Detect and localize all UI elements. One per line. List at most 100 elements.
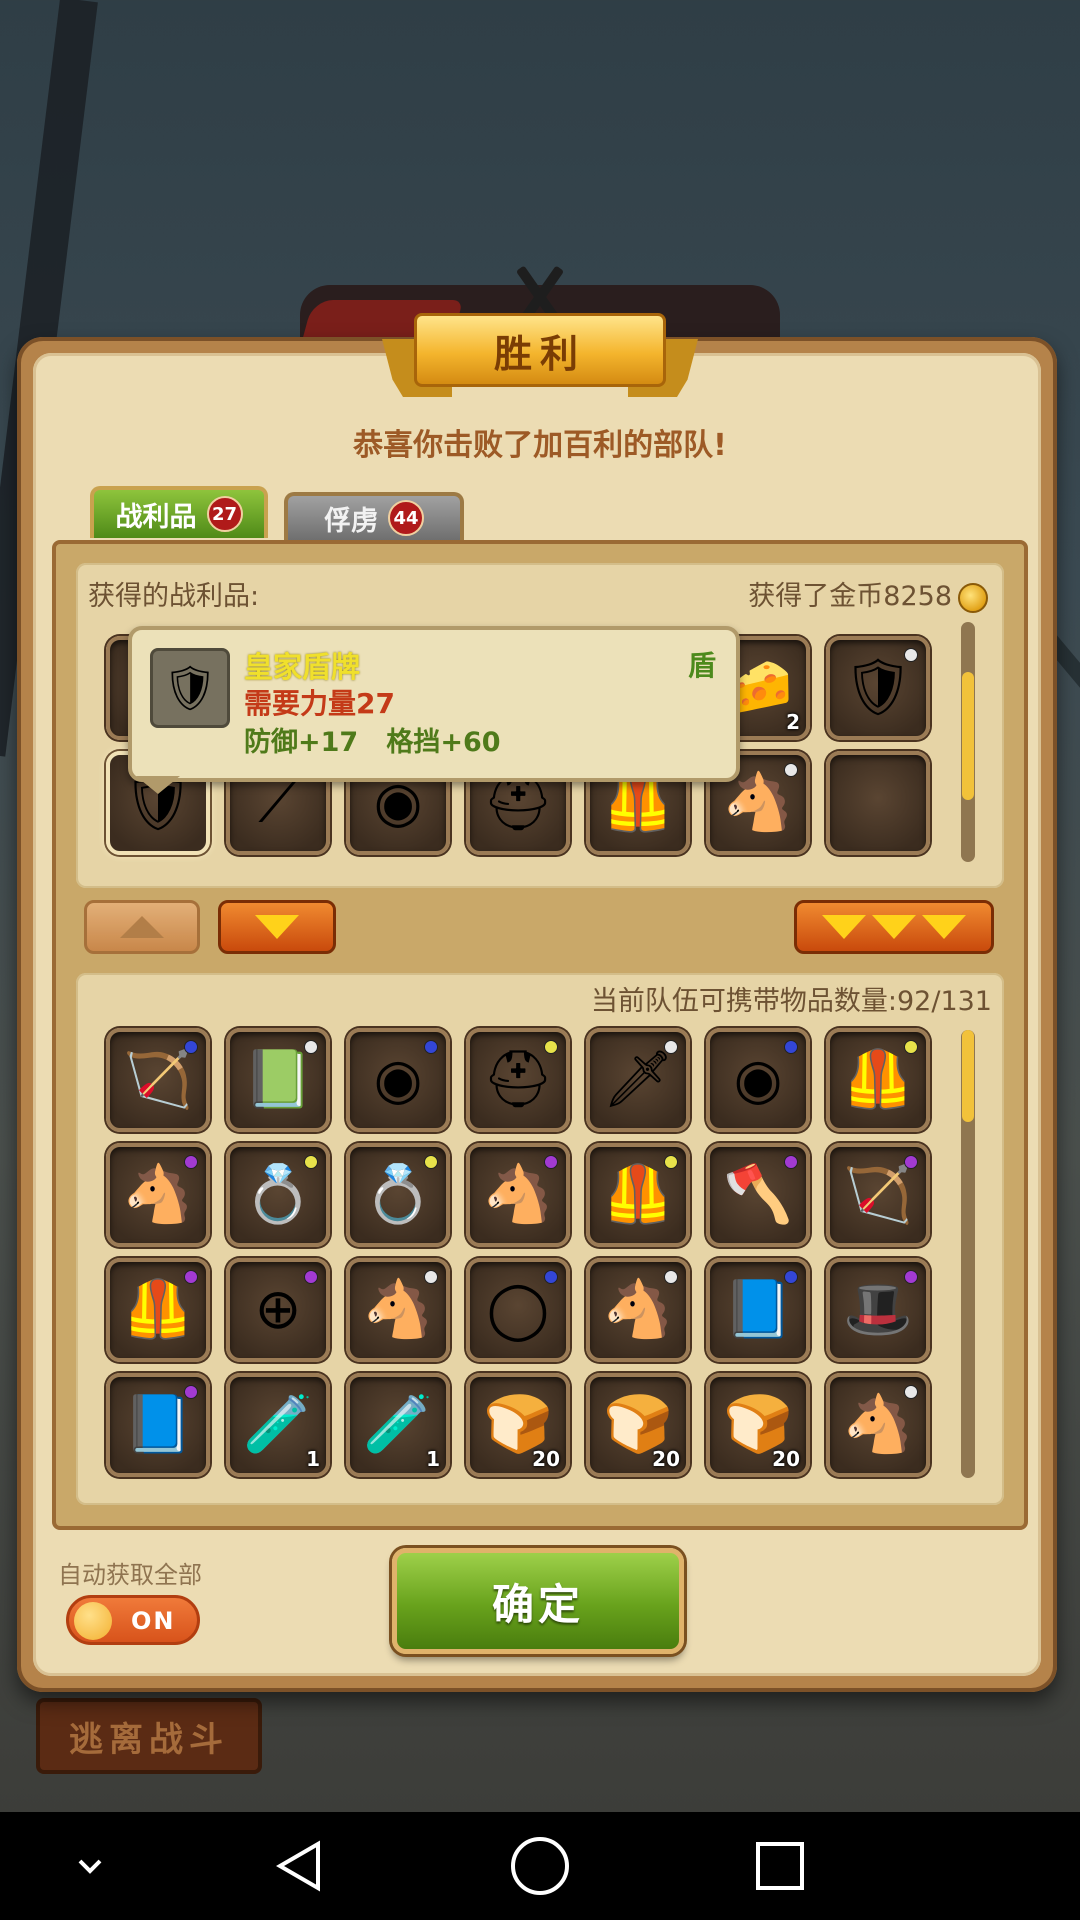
armor-icon: 🦺	[123, 1277, 193, 1342]
bow-icon: 🏹	[123, 1047, 193, 1112]
royal-shield-icon: 🛡	[150, 648, 230, 728]
inventory-slot[interactable]: ◯	[466, 1258, 570, 1362]
inventory-slot[interactable]: ◉	[346, 1028, 450, 1132]
inventory-slot[interactable]: 🦺	[826, 1028, 930, 1132]
quality-dot	[664, 1270, 678, 1284]
quality-dot	[184, 1040, 198, 1054]
inventory-slot[interactable]: 🐴	[586, 1258, 690, 1362]
quality-dot	[904, 1385, 918, 1399]
horse-icon: 🐴	[483, 1162, 553, 1227]
bread-icon: 🍞	[723, 1392, 793, 1457]
inventory-slot[interactable]: 🎩	[826, 1258, 930, 1362]
toggle-knob	[74, 1602, 112, 1640]
inventory-slot[interactable]: 🦺	[106, 1258, 210, 1362]
inventory-slot[interactable]: 🍞 20	[706, 1373, 810, 1477]
auto-collect-toggle[interactable]: ON	[66, 1595, 200, 1645]
quality-dot	[784, 1155, 798, 1169]
inventory-slot[interactable]: 📘	[106, 1373, 210, 1477]
inventory-slot[interactable]: 🐴	[826, 1373, 930, 1477]
inventory-slot[interactable]: 📗	[226, 1028, 330, 1132]
tab-captives[interactable]: 俘虏 44	[284, 492, 464, 540]
nav-back-button[interactable]	[230, 1812, 370, 1920]
axe-icon: 🪓	[723, 1162, 793, 1227]
loot-scrollbar-thumb[interactable]	[962, 672, 974, 800]
round-shield-icon: ◉	[733, 1047, 783, 1112]
recents-icon	[756, 1842, 804, 1890]
item-tooltip: 🛡 皇家盾牌 盾 需要力量27 防御+17 格挡+60	[128, 626, 740, 794]
arrow-down-icon	[922, 915, 966, 939]
horse-icon: 🐴	[123, 1162, 193, 1227]
cross-shield-icon: ⊕	[254, 1277, 302, 1342]
inventory-slot[interactable]: 🏹	[106, 1028, 210, 1132]
tooltip-stats: 防御+17 格挡+60	[244, 727, 501, 758]
loot-slot[interactable]	[826, 751, 930, 855]
helmet-icon: ⛑	[482, 1047, 554, 1112]
bread-icon: 🍞	[483, 1392, 553, 1457]
quality-dot	[664, 1155, 678, 1169]
quality-dot	[424, 1040, 438, 1054]
quality-dot	[184, 1385, 198, 1399]
hood-icon: ⛑	[482, 770, 554, 835]
inventory-slot[interactable]: 📘	[706, 1258, 810, 1362]
arrow-down-icon	[822, 915, 866, 939]
tab-loot[interactable]: 战利品 27	[90, 486, 268, 538]
tab-loot-label: 战利品	[115, 501, 197, 533]
scroll-to-end-button[interactable]	[794, 900, 994, 954]
page-up-button[interactable]	[84, 900, 200, 954]
item-quantity: 20	[532, 1447, 560, 1471]
inventory-slot[interactable]: 🐴	[346, 1258, 450, 1362]
inventory-slot[interactable]: 💍	[346, 1143, 450, 1247]
quality-dot	[544, 1270, 558, 1284]
horse-icon: 🐴	[723, 770, 793, 835]
nav-hide-button[interactable]	[20, 1812, 160, 1920]
quality-dot	[904, 648, 918, 662]
loot-heading: 获得的战利品:	[88, 581, 260, 612]
inventory-slot[interactable]: 🐴	[466, 1143, 570, 1247]
tab-loot-count-badge: 27	[206, 496, 243, 532]
inventory-slot[interactable]: ⛑	[466, 1028, 570, 1132]
confirm-button[interactable]: 确定	[392, 1548, 684, 1654]
inventory-slot[interactable]: 💍	[226, 1143, 330, 1247]
flee-battle-button[interactable]: 逃离战斗	[36, 1698, 262, 1774]
tooltip-item-name: 皇家盾牌	[244, 650, 361, 684]
page-down-button[interactable]	[218, 900, 336, 954]
quality-dot	[424, 1155, 438, 1169]
inventory-scrollbar[interactable]	[961, 1030, 975, 1478]
loot-scrollbar[interactable]	[961, 622, 975, 862]
inventory-slot[interactable]: 🦺	[586, 1143, 690, 1247]
bow-icon: 🏹	[843, 1162, 913, 1227]
quality-dot	[904, 1270, 918, 1284]
inventory-slot[interactable]: 🍞 20	[586, 1373, 690, 1477]
spear-icon: ⟋	[258, 770, 298, 835]
horse-icon: 🐴	[363, 1277, 433, 1342]
inventory-slot[interactable]: 🍞 20	[466, 1373, 570, 1477]
inventory-grid: 🏹 📗 ◉ ⛑ 🗡 ◉ 🦺 🐴 💍 💍 🐴 🦺 🪓 🏹 🦺 ⊕ 🐴 ◯ 🐴 📘 🎩 📘 🧪 1 🧪 1 🍞 20 🍞 20 🍞 20 🐴	[98, 1022, 938, 1486]
title-ribbon: 胜利	[382, 313, 698, 399]
inventory-slot[interactable]: 🧪 1	[346, 1373, 450, 1477]
round-shield-icon: ◉	[373, 1047, 423, 1112]
inventory-slot[interactable]: 🏹	[826, 1143, 930, 1247]
quality-dot	[664, 1040, 678, 1054]
inventory-slot[interactable]: 🧪 1	[226, 1373, 330, 1477]
quality-dot	[544, 1155, 558, 1169]
quality-dot	[424, 1270, 438, 1284]
hat-armor-icon: 🎩	[843, 1277, 913, 1342]
auto-collect-label: 自动获取全部	[58, 1561, 202, 1589]
inventory-slot[interactable]: 🐴	[106, 1143, 210, 1247]
loot-slot[interactable]: 🛡	[826, 636, 930, 740]
tab-captives-count-badge: 44	[388, 500, 424, 536]
inventory-slot[interactable]: ⊕	[226, 1258, 330, 1362]
item-quantity: 20	[772, 1447, 800, 1471]
quality-dot	[184, 1270, 198, 1284]
quality-dot	[904, 1040, 918, 1054]
book-icon: 📗	[243, 1047, 313, 1112]
inventory-slot[interactable]: ◉	[706, 1028, 810, 1132]
nav-recents-button[interactable]	[710, 1812, 850, 1920]
inventory-slot[interactable]: 🪓	[706, 1143, 810, 1247]
nav-home-button[interactable]	[470, 1812, 610, 1920]
round-shield-icon: ◉	[373, 770, 423, 835]
inventory-scrollbar-thumb[interactable]	[962, 1030, 974, 1122]
quality-dot	[784, 1040, 798, 1054]
inventory-slot[interactable]: 🗡	[586, 1028, 690, 1132]
potion-icon: 🧪	[363, 1392, 433, 1457]
